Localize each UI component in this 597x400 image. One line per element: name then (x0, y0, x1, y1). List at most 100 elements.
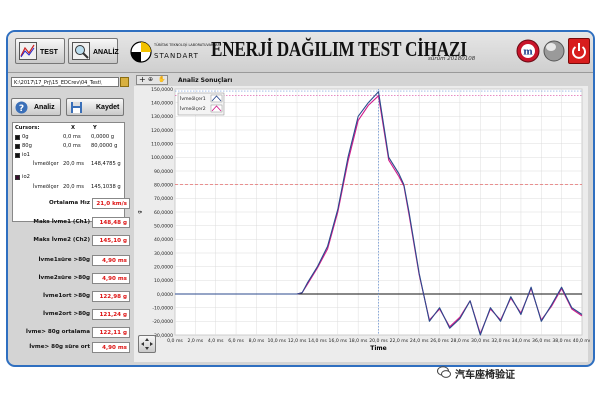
cursors-col-y: Y (93, 125, 97, 131)
save-button[interactable]: Kaydet (66, 98, 124, 116)
lab-logo: TÜBİTAK TEKNOLOJİ LABORATUVARLARI STANDA… (128, 38, 221, 66)
result-label: Maks İvme2 (Ch2) (33, 237, 90, 243)
y-tick-label: 0,0000 (157, 292, 173, 298)
result-value: 122,98 g (92, 291, 130, 302)
legend-label: İvmeölçer1 (180, 95, 206, 102)
x-tick-label: 2,0 ms (188, 338, 204, 344)
y-tick-label: 130,0000 (151, 114, 173, 120)
tab-analiz-label: ANALİZ (93, 49, 119, 56)
x-tick-label: 36,0 ms (532, 338, 551, 344)
cursors-title: Cursors: (15, 125, 40, 131)
x-tick-label: 14,0 ms (308, 338, 327, 344)
university-logo-icon: m (516, 39, 540, 63)
lab-logo-icon (130, 41, 152, 63)
result-label: İvme> 80g ortalama (25, 329, 90, 335)
x-tick-label: 4,0 ms (208, 338, 224, 344)
file-path-input[interactable]: K:\2017\17_Prj\15_EDCrev\04_Test\ (11, 77, 119, 87)
cursor-row[interactable]: io2 (15, 173, 123, 183)
x-tick-label: 6,0 ms (228, 338, 244, 344)
y-tick-label: 60,0000 (154, 210, 173, 216)
cursor-swatch (15, 153, 20, 158)
result-value: 21,0 km/s (92, 198, 130, 209)
y-tick-label: 110,0000 (151, 141, 173, 147)
graph-pan-button[interactable] (138, 335, 156, 353)
pan-arrows-icon (141, 338, 153, 350)
tab-analiz[interactable]: ANALİZ (68, 38, 119, 64)
chart-panel: + ⊕ ✋ Analiz Sonuçları 150,0000 140,0000 1… (134, 73, 590, 362)
y-tick-label: 150,0000 (151, 87, 173, 93)
magnifier-icon (72, 42, 90, 60)
cursor-swatch (15, 144, 20, 149)
x-tick-label: 20,0 ms (369, 338, 388, 344)
y-tick-label: 100,0000 (151, 155, 173, 161)
cursor-swatch (15, 135, 20, 140)
app-window: TEST ANALİZ TÜBİTAK TEKNOLOJİ LABORATUVA… (6, 30, 595, 367)
y-tick-label: 50,0000 (154, 223, 173, 229)
x-tick-label: 10,0 ms (267, 338, 286, 344)
cursor-row[interactable]: İvmeölçer 20,0 ms 148,4785 g (15, 160, 123, 170)
left-panel: K:\2017\17_Prj\15_EDCrev\04_Test\ ? Anal… (8, 73, 130, 365)
result-value: 4,90 ms (92, 342, 130, 353)
cursors-col-x: X (71, 125, 75, 131)
watermark-text: 汽车座椅验证 (455, 370, 515, 381)
question-icon: ? (15, 101, 28, 114)
y-tick-label: 20,0000 (154, 264, 173, 270)
chart-icon (19, 42, 37, 60)
y-tick-label: 120,0000 (151, 128, 173, 134)
cursor-row[interactable]: İvmeölçer 20,0 ms 145,1038 g (15, 183, 123, 193)
result-label: Maks İvme1 (Ch1) (33, 219, 90, 225)
x-tick-label: 28,0 ms (451, 338, 470, 344)
result-label: İvme2ort >80g (43, 311, 90, 317)
x-tick-label: 30,0 ms (471, 338, 490, 344)
y-tick-label: -20,0000 (152, 319, 173, 325)
y-tick-label: 30,0000 (154, 251, 173, 257)
save-icon (71, 102, 82, 113)
y-tick-label: 90,0000 (154, 169, 173, 175)
x-tick-label: 18,0 ms (349, 338, 368, 344)
result-value: 122,11 g (92, 327, 130, 338)
analysis-chart[interactable]: 150,0000 140,0000 130,0000 120,0000 110,0000… (134, 73, 590, 362)
x-tick-label: 32,0 ms (491, 338, 510, 344)
lab-sub: STANDART (154, 52, 199, 60)
result-label: İvme1süre >80g (38, 257, 90, 263)
power-button[interactable] (568, 38, 590, 64)
x-tick-label: 0,0 ms (167, 338, 183, 344)
result-value: 145,10 g (92, 235, 130, 246)
y-tick-label: 40,0000 (154, 237, 173, 243)
result-value: 121,24 g (92, 309, 130, 320)
result-value: 148,48 g (92, 217, 130, 228)
save-label: Kaydet (96, 104, 120, 111)
result-value: 4,90 ms (92, 273, 130, 284)
x-tick-label: 40,0 ms (573, 338, 590, 344)
x-tick-label: 12,0 ms (288, 338, 307, 344)
result-label: İvme1ort >80g (43, 293, 90, 299)
x-tick-label: 16,0 ms (329, 338, 348, 344)
x-tick-label: 8,0 ms (249, 338, 265, 344)
tab-test-label: TEST (40, 49, 58, 56)
version-text: sürüm 20180108 (428, 56, 476, 62)
globe-icon[interactable] (543, 39, 565, 63)
folder-icon[interactable] (120, 77, 129, 87)
tab-test[interactable]: TEST (15, 38, 65, 64)
x-tick-label: 38,0 ms (552, 338, 571, 344)
y-tick-label: 140,0000 (151, 100, 173, 106)
result-label: İvme> 80g süre ort (29, 344, 90, 350)
analyze-button[interactable]: ? Analiz (11, 98, 61, 116)
x-tick-label: 34,0 ms (512, 338, 531, 344)
y-tick-label: 10,0000 (154, 278, 173, 284)
x-tick-label: 24,0 ms (410, 338, 429, 344)
wechat-icon (437, 366, 451, 378)
result-label: İvme2süre >80g (38, 275, 90, 281)
svg-text:?: ? (19, 104, 24, 114)
cursor-swatch (15, 175, 20, 180)
x-tick-label: 22,0 ms (390, 338, 409, 344)
svg-text:m: m (523, 48, 533, 58)
legend-label: İvmeölçer2 (180, 105, 206, 112)
x-axis-label: Time (370, 345, 386, 352)
result-label: Ortalama Hız (48, 200, 90, 206)
power-icon (572, 43, 586, 59)
y-tick-label: 70,0000 (154, 196, 173, 202)
header-bar: TEST ANALİZ TÜBİTAK TEKNOLOJİ LABORATUVA… (8, 32, 593, 73)
y-axis-label: g (137, 210, 143, 213)
x-tick-label: 26,0 ms (430, 338, 449, 344)
